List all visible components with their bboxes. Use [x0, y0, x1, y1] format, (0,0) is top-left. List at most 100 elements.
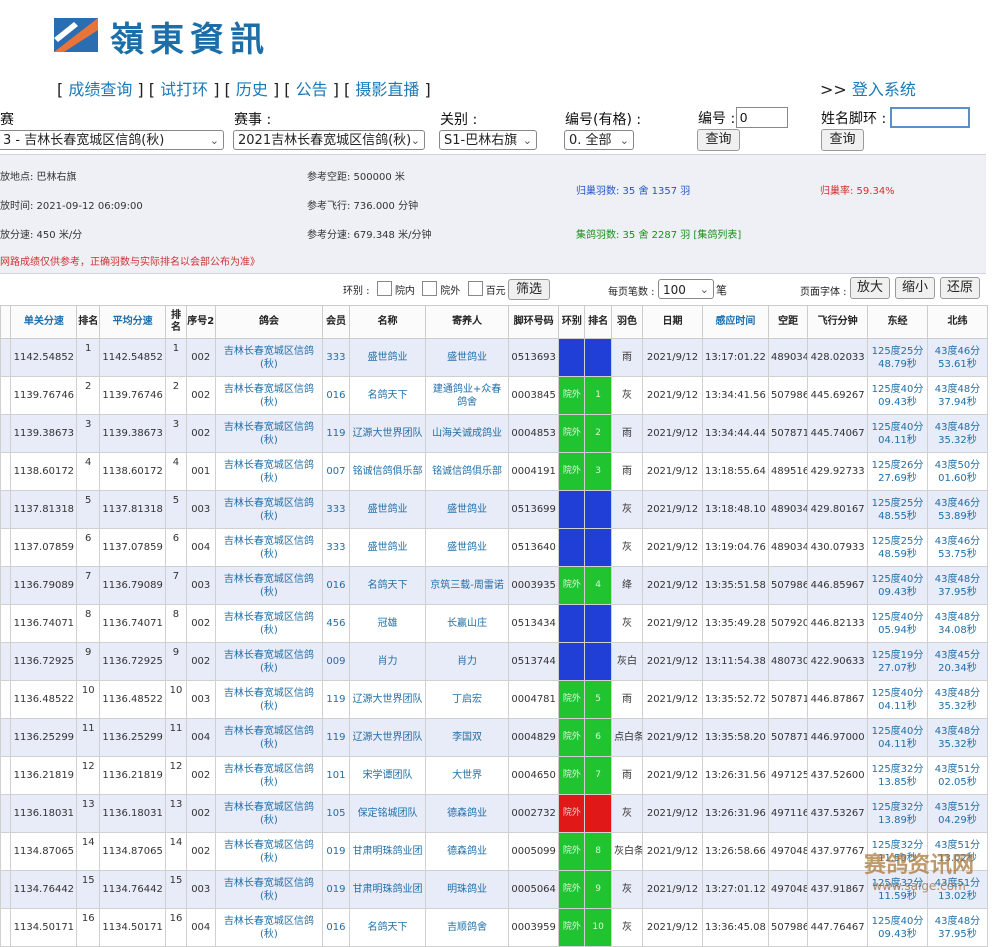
- cell-keeper[interactable]: 大世界: [425, 756, 509, 795]
- cell-keeper[interactable]: 肖力: [425, 642, 509, 681]
- cell-club[interactable]: 吉林长春宽城区信鸽(秋): [214, 718, 324, 757]
- cell-club[interactable]: 吉林长春宽城区信鸽(秋): [214, 566, 324, 605]
- cell-lon[interactable]: 125度25分 48.79秒: [867, 338, 928, 377]
- cell-name[interactable]: 名鸽天下: [348, 376, 427, 415]
- cell-name[interactable]: 盛世鸽业: [348, 490, 427, 529]
- cell-lon[interactable]: 125度40分 09.43秒: [867, 908, 928, 947]
- col-header-avg-speed[interactable]: 平均分速: [99, 305, 167, 339]
- col-header-single-speed[interactable]: 单关分速: [10, 305, 78, 339]
- zoom-in-button[interactable]: 放大: [850, 277, 890, 299]
- cell-club[interactable]: 吉林长春宽城区信鸽(秋): [214, 832, 324, 871]
- per-page-select[interactable]: 100 ⌄: [658, 279, 714, 299]
- cell-keeper[interactable]: 长赢山庄: [425, 604, 509, 643]
- cell-name[interactable]: 辽源大世界团队: [348, 718, 427, 757]
- cell-member[interactable]: 119: [322, 414, 350, 453]
- cell-club[interactable]: 吉林长春宽城区信鸽(秋): [214, 490, 324, 529]
- cell-member[interactable]: 105: [322, 794, 350, 833]
- cell-member[interactable]: 016: [322, 908, 350, 947]
- cell-club[interactable]: 吉林长春宽城区信鸽(秋): [214, 452, 324, 491]
- cell-name[interactable]: 宋学谭团队: [348, 756, 427, 795]
- cell-name[interactable]: 辽源大世界团队: [348, 680, 427, 719]
- cell-lon[interactable]: 125度25分 48.59秒: [867, 528, 928, 567]
- login-link[interactable]: 登入系统: [852, 80, 916, 99]
- cell-name[interactable]: 肖力: [348, 642, 427, 681]
- cell-name[interactable]: 盛世鸽业: [348, 338, 427, 377]
- cell-lon[interactable]: 125度26分 27.69秒: [867, 452, 928, 491]
- cell-name[interactable]: 名鸽天下: [348, 908, 427, 947]
- nav-trial-ring[interactable]: 试打环: [160, 80, 208, 99]
- cell-keeper[interactable]: 明珠鸽业: [425, 870, 509, 909]
- cell-club[interactable]: 吉林长春宽城区信鸽(秋): [214, 642, 324, 681]
- zoom-out-button[interactable]: 缩小: [895, 277, 935, 299]
- stage-select[interactable]: S1-巴林右旗 ⌄: [439, 130, 537, 150]
- cell-member[interactable]: 016: [322, 376, 350, 415]
- cell-keeper[interactable]: 山海关诚成鸽业: [425, 414, 509, 453]
- cell-lat[interactable]: 43度46分 53.89秒: [926, 490, 989, 529]
- cell-member[interactable]: 009: [322, 642, 350, 681]
- cell-name[interactable]: 铭诚信鸽俱乐部: [348, 452, 427, 491]
- cell-keeper[interactable]: 丁启宏: [425, 680, 509, 719]
- cell-name[interactable]: 名鸽天下: [348, 566, 427, 605]
- number-input[interactable]: [736, 107, 788, 128]
- cell-club[interactable]: 吉林长春宽城区信鸽(秋): [214, 908, 324, 947]
- cell-member[interactable]: 007: [322, 452, 350, 491]
- cell-lat[interactable]: 43度50分 01.60秒: [926, 452, 989, 491]
- cell-name[interactable]: 辽源大世界团队: [348, 414, 427, 453]
- cell-keeper[interactable]: 建通鸽业+众春鸽舍: [425, 376, 509, 415]
- cell-club[interactable]: 吉林长春宽城区信鸽(秋): [214, 756, 324, 795]
- cell-club[interactable]: 吉林长春宽城区信鸽(秋): [214, 870, 324, 909]
- cell-member[interactable]: 333: [322, 528, 350, 567]
- cell-lat[interactable]: 43度51分 04.29秒: [926, 794, 989, 833]
- cell-lat[interactable]: 43度46分 53.75秒: [926, 528, 989, 567]
- cell-lat[interactable]: 43度51分 02.05秒: [926, 756, 989, 795]
- cell-keeper[interactable]: 德森鸽业: [425, 794, 509, 833]
- col-header-time[interactable]: 感应时间: [701, 305, 769, 339]
- cell-lon[interactable]: 125度40分 09.43秒: [867, 566, 928, 605]
- cell-lon[interactable]: 125度40分 05.94秒: [867, 604, 928, 643]
- cell-lon[interactable]: 125度32分 13.89秒: [867, 794, 928, 833]
- cell-lat[interactable]: 43度48分 37.95秒: [926, 566, 989, 605]
- cell-lon[interactable]: 125度40分 04.11秒: [867, 680, 928, 719]
- cell-club[interactable]: 吉林长春宽城区信鸽(秋): [214, 338, 324, 377]
- cell-lon[interactable]: 125度32分 13.85秒: [867, 756, 928, 795]
- cell-member[interactable]: 019: [322, 832, 350, 871]
- cell-club[interactable]: 吉林长春宽城区信鸽(秋): [214, 414, 324, 453]
- cell-member[interactable]: 333: [322, 338, 350, 377]
- season-select[interactable]: 3 - 吉林长春宽城区信鸽(秋) ⌄: [0, 130, 224, 150]
- cell-keeper[interactable]: 盛世鸽业: [425, 490, 509, 529]
- cell-name[interactable]: 保定铭城团队: [348, 794, 427, 833]
- name-ring-input[interactable]: [890, 107, 970, 128]
- cell-lat[interactable]: 43度48分 35.32秒: [926, 718, 989, 757]
- reset-button[interactable]: 还原: [940, 277, 980, 299]
- nav-announcements[interactable]: 公告: [296, 80, 328, 99]
- cell-member[interactable]: 456: [322, 604, 350, 643]
- cell-lon[interactable]: 125度40分 04.11秒: [867, 718, 928, 757]
- cell-lat[interactable]: 43度48分 37.95秒: [926, 908, 989, 947]
- nav-history[interactable]: 历史: [236, 80, 268, 99]
- cell-keeper[interactable]: 吉顺鸽舍: [425, 908, 509, 947]
- cell-member[interactable]: 119: [322, 718, 350, 757]
- cell-name[interactable]: 盛世鸽业: [348, 528, 427, 567]
- outside-checkbox[interactable]: [422, 281, 438, 296]
- cell-lat[interactable]: 43度45分 20.34秒: [926, 642, 989, 681]
- cell-member[interactable]: 019: [322, 870, 350, 909]
- cell-keeper[interactable]: 京筑三载-周雷诺: [425, 566, 509, 605]
- cell-name[interactable]: 甘肃明珠鸽业团: [348, 832, 427, 871]
- cell-member[interactable]: 119: [322, 680, 350, 719]
- cell-keeper[interactable]: 李国双: [425, 718, 509, 757]
- cell-club[interactable]: 吉林长春宽城区信鸽(秋): [214, 604, 324, 643]
- cell-lon[interactable]: 125度19分 27.07秒: [867, 642, 928, 681]
- race-select[interactable]: 2021吉林长春宽城区信鸽(秋) ⌄: [233, 130, 425, 150]
- query2-button[interactable]: 查询: [821, 129, 864, 151]
- nav-results[interactable]: 成绩查询: [68, 80, 132, 99]
- cell-club[interactable]: 吉林长春宽城区信鸽(秋): [214, 528, 324, 567]
- cell-member[interactable]: 333: [322, 490, 350, 529]
- cell-club[interactable]: 吉林长春宽城区信鸽(秋): [214, 680, 324, 719]
- cell-lat[interactable]: 43度48分 35.32秒: [926, 414, 989, 453]
- cell-member[interactable]: 101: [322, 756, 350, 795]
- cell-lon[interactable]: 125度40分 04.11秒: [867, 414, 928, 453]
- query-button[interactable]: 查询: [697, 129, 740, 151]
- nav-live-photos[interactable]: 摄影直播: [355, 80, 419, 99]
- cell-lat[interactable]: 43度48分 35.32秒: [926, 680, 989, 719]
- cell-name[interactable]: 冠雄: [348, 604, 427, 643]
